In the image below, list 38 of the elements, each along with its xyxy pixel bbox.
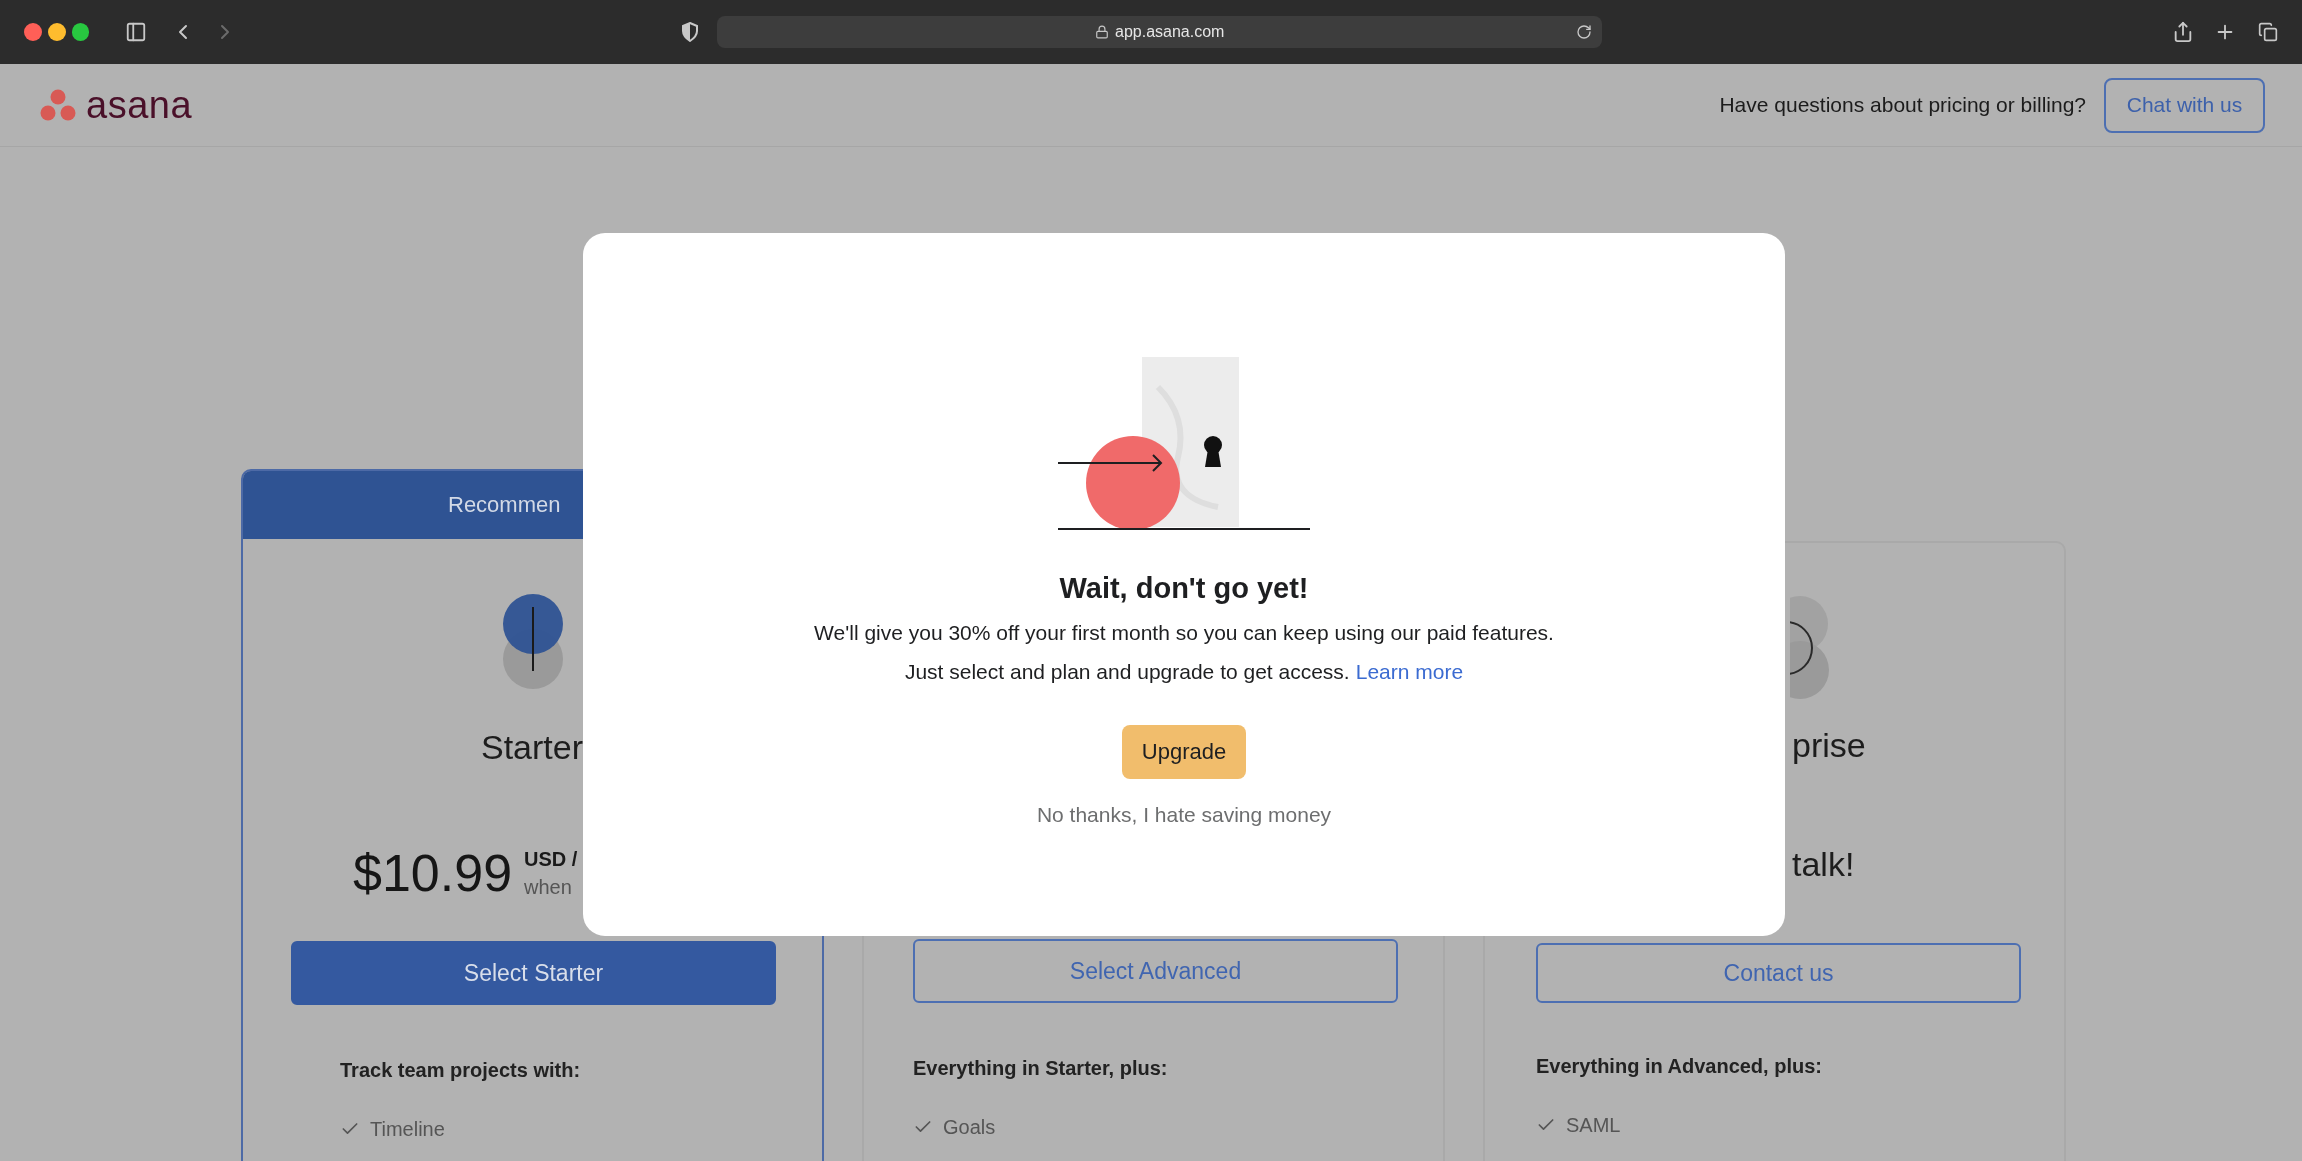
price-unit: USD / [524, 847, 578, 872]
banner-label: Recommen [448, 492, 561, 518]
share-icon[interactable] [2172, 21, 2194, 43]
dialog-title: Wait, don't go yet! [1059, 571, 1309, 605]
tabs-icon[interactable] [2258, 22, 2278, 42]
select-plan-button[interactable]: Select Advanced [913, 939, 1398, 1003]
features-heading: Track team projects with: [340, 1058, 581, 1082]
plan-name: prise [1792, 725, 1866, 766]
learn-more-link[interactable]: Learn more [1355, 659, 1464, 685]
chat-button[interactable]: Chat with us [2104, 77, 2265, 133]
address-bar[interactable]: app.asana.com [717, 16, 1602, 48]
upgrade-button[interactable]: Upgrade [1121, 725, 1247, 779]
feature-item: SAML [1566, 1113, 1621, 1137]
logo-icon [40, 89, 76, 121]
dialog-message: We'll give you 30% off your first month so you can keep using our paid features. [814, 620, 1554, 646]
select-plan-button[interactable]: Contact us [1536, 943, 2021, 1003]
url-text: app.asana.com [1115, 23, 1225, 41]
select-plan-button[interactable]: Select Starter [291, 941, 776, 1005]
sidebar-icon[interactable] [125, 21, 148, 43]
plan-icon [502, 593, 564, 691]
pricing-question: Have questions about pricing or billing? [1719, 93, 2086, 117]
logo-wordmark: asana [86, 86, 193, 124]
lock-icon [1095, 25, 1109, 39]
zoom-window-button[interactable] [71, 23, 90, 41]
plan-tagline: talk! [1792, 844, 1855, 885]
features-heading: Everything in Advanced, plus: [1536, 1054, 1822, 1078]
reload-icon[interactable] [1576, 24, 1592, 40]
dialog-note: Just select and plan and upgrade to get access. [904, 659, 1350, 685]
features-heading: Everything in Starter, plus: [913, 1056, 1168, 1080]
shield-icon[interactable] [681, 22, 700, 42]
plan-name: Starter [481, 727, 584, 768]
price-note: when [524, 875, 573, 900]
minimize-window-button[interactable] [47, 23, 66, 41]
dismiss-link[interactable]: No thanks, I hate saving money [1036, 802, 1332, 828]
close-window-button[interactable] [24, 23, 42, 41]
feature-item: Timeline [370, 1117, 445, 1141]
feature-item: Goals [943, 1115, 996, 1139]
plan-price: $10.99 [353, 843, 513, 903]
